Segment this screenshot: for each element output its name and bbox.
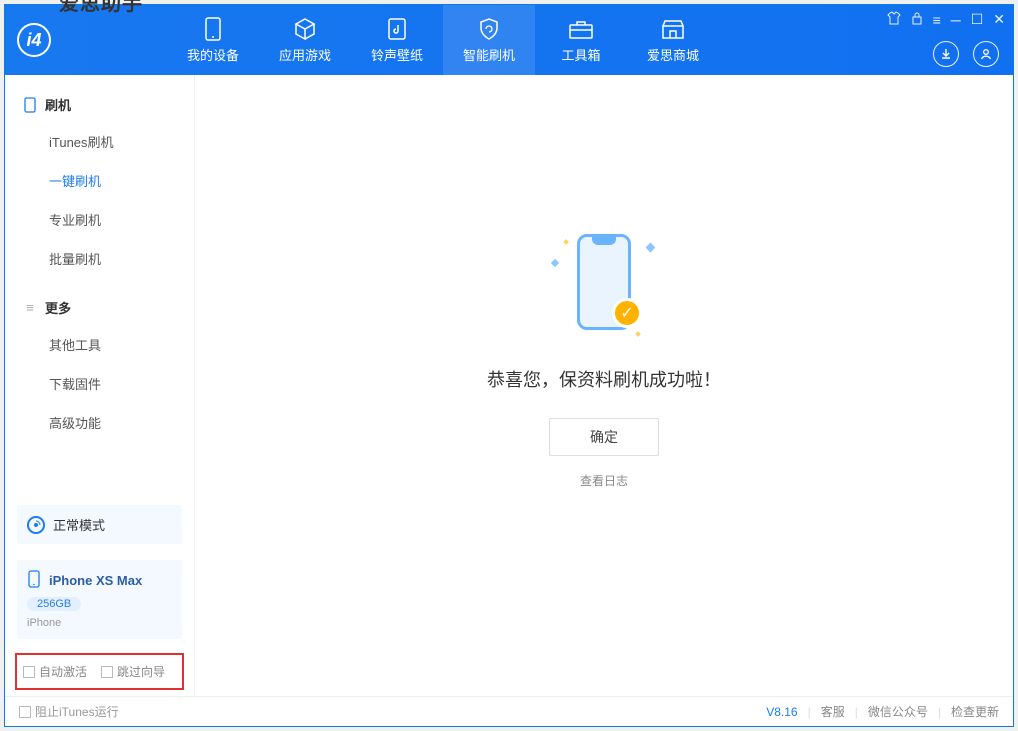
- device-type: iPhone: [27, 617, 172, 629]
- logo-text: 爱思助手 www.i4.cn: [59, 0, 143, 87]
- tab-apps[interactable]: 应用游戏: [259, 5, 351, 75]
- tab-label: 智能刷机: [463, 45, 515, 64]
- checkbox-icon: [19, 706, 31, 718]
- status-icon: [27, 516, 45, 534]
- ok-button[interactable]: 确定: [549, 418, 659, 456]
- header-right-icons: [933, 41, 999, 67]
- tab-label: 工具箱: [561, 45, 600, 64]
- view-log-link[interactable]: 查看日志: [580, 472, 628, 489]
- status-card: 正常模式: [17, 505, 182, 544]
- titlebar-buttons: ≡ ─ ☐ ✕: [887, 11, 1005, 28]
- close-button[interactable]: ✕: [993, 11, 1005, 28]
- checkbox-icon: [101, 666, 113, 678]
- tab-toolbox[interactable]: 工具箱: [535, 5, 627, 75]
- header-bar: i4 爱思助手 www.i4.cn 我的设备 应用游戏: [5, 5, 1013, 75]
- sidebar-item-oneclick-flash[interactable]: 一键刷机: [5, 161, 194, 200]
- checkbox-skip-guide[interactable]: 跳过向导: [101, 663, 165, 680]
- logo-icon: i4: [17, 23, 51, 57]
- toolbox-icon: [567, 17, 595, 41]
- checkbox-icon: [23, 666, 35, 678]
- tab-ringtones[interactable]: 铃声壁纸: [351, 5, 443, 75]
- footer-link-service[interactable]: 客服: [821, 703, 845, 720]
- device-phone-icon: [27, 570, 41, 591]
- tshirt-icon[interactable]: [887, 11, 901, 28]
- status-label: 正常模式: [53, 515, 105, 534]
- device-name: iPhone XS Max: [49, 573, 142, 588]
- music-file-icon: [383, 17, 411, 41]
- footer-left: 阻止iTunes运行: [19, 703, 119, 720]
- tab-flash[interactable]: 智能刷机: [443, 5, 535, 75]
- main-content: ✓ 恭喜您，保资料刷机成功啦！ 确定 查看日志: [195, 75, 1013, 696]
- download-icon[interactable]: [933, 41, 959, 67]
- cube-icon: [291, 17, 319, 41]
- checkbox-auto-activate[interactable]: 自动激活: [23, 663, 87, 680]
- checkbox-label: 自动激活: [39, 663, 87, 680]
- footer-link-update[interactable]: 检查更新: [951, 703, 999, 720]
- store-icon: [659, 17, 687, 41]
- app-window: i4 爱思助手 www.i4.cn 我的设备 应用游戏: [4, 4, 1014, 727]
- device-storage-badge: 256GB: [27, 597, 81, 611]
- device-card[interactable]: iPhone XS Max 256GB iPhone: [17, 560, 182, 639]
- version-label: V8.16: [766, 705, 797, 719]
- checkbox-block-itunes[interactable]: 阻止iTunes运行: [19, 703, 119, 720]
- logo-area: i4 爱思助手 www.i4.cn: [17, 0, 143, 87]
- check-badge-icon: ✓: [612, 298, 642, 328]
- main-tabs: 我的设备 应用游戏 铃声壁纸 智能刷机: [167, 5, 719, 75]
- list-icon: ≡: [23, 301, 37, 315]
- sidebar-item-other-tools[interactable]: 其他工具: [5, 325, 194, 364]
- sidebar-item-download-firmware[interactable]: 下载固件: [5, 364, 194, 403]
- sidebar-section-flash: 刷机 iTunes刷机 一键刷机 专业刷机 批量刷机: [5, 75, 194, 278]
- success-illustration: ✓: [544, 222, 664, 342]
- section-title: 更多: [45, 298, 71, 317]
- highlighted-checkbox-row: 自动激活 跳过向导: [15, 653, 184, 690]
- sidebar-head-flash: 刷机: [5, 87, 194, 122]
- app-subtitle: www.i4.cn: [59, 75, 143, 87]
- tab-my-device[interactable]: 我的设备: [167, 5, 259, 75]
- footer-right: V8.16 | 客服 | 微信公众号 | 检查更新: [766, 703, 999, 720]
- sidebar-head-more: ≡ 更多: [5, 290, 194, 325]
- minimize-button[interactable]: ─: [951, 12, 961, 28]
- user-icon[interactable]: [973, 41, 999, 67]
- device-icon: [199, 17, 227, 41]
- sidebar-item-pro-flash[interactable]: 专业刷机: [5, 200, 194, 239]
- footer-bar: 阻止iTunes运行 V8.16 | 客服 | 微信公众号 | 检查更新: [5, 696, 1013, 726]
- tab-label: 我的设备: [187, 45, 239, 64]
- section-title: 刷机: [45, 95, 71, 114]
- tab-label: 爱思商城: [647, 45, 699, 64]
- phone-icon: [23, 98, 37, 112]
- footer-link-wechat[interactable]: 微信公众号: [868, 703, 928, 720]
- tab-label: 铃声壁纸: [371, 45, 423, 64]
- lock-icon[interactable]: [911, 11, 923, 28]
- sidebar-item-batch-flash[interactable]: 批量刷机: [5, 239, 194, 278]
- app-title: 爱思助手: [59, 0, 143, 75]
- checkbox-label: 阻止iTunes运行: [35, 703, 119, 720]
- sidebar-item-itunes-flash[interactable]: iTunes刷机: [5, 122, 194, 161]
- checkbox-label: 跳过向导: [117, 663, 165, 680]
- maximize-button[interactable]: ☐: [971, 11, 984, 28]
- sidebar: 刷机 iTunes刷机 一键刷机 专业刷机 批量刷机 ≡ 更多 其他工具 下载固…: [5, 75, 195, 696]
- menu-icon[interactable]: ≡: [933, 12, 941, 28]
- body: 刷机 iTunes刷机 一键刷机 专业刷机 批量刷机 ≡ 更多 其他工具 下载固…: [5, 75, 1013, 696]
- shield-refresh-icon: [475, 17, 503, 41]
- tab-label: 应用游戏: [279, 45, 331, 64]
- success-message: 恭喜您，保资料刷机成功啦！: [487, 366, 721, 392]
- sidebar-item-advanced[interactable]: 高级功能: [5, 403, 194, 442]
- tab-store[interactable]: 爱思商城: [627, 5, 719, 75]
- sidebar-section-more: ≡ 更多 其他工具 下载固件 高级功能: [5, 278, 194, 442]
